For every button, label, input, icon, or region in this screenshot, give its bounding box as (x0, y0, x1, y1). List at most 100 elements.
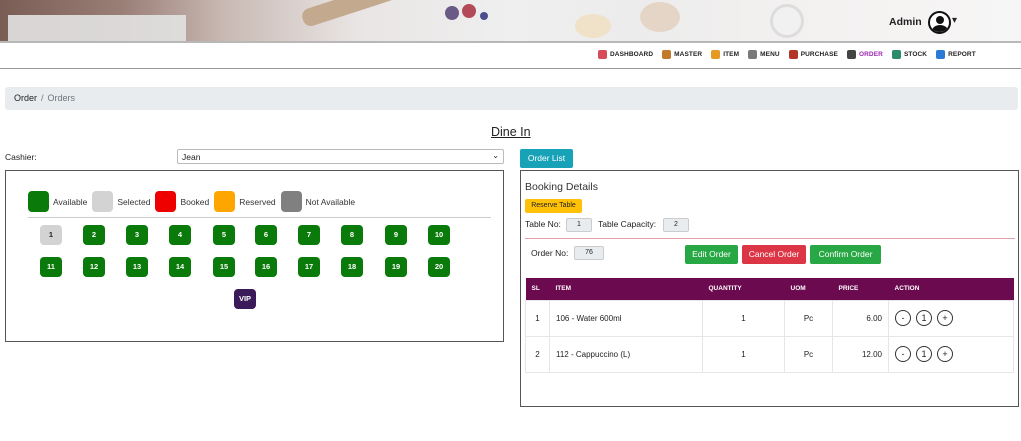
increase-button[interactable]: + (937, 310, 953, 326)
item-icon (711, 50, 721, 59)
row-quantity: 1 (702, 335, 785, 373)
legend-label: Selected (117, 196, 151, 207)
table-no-label: Table No: (525, 219, 561, 229)
purchase-icon (788, 50, 798, 59)
row-uom: Pc (784, 335, 833, 373)
nav-item-label: PURCHASE (800, 51, 838, 58)
cashier-selected-value: Jean (182, 152, 201, 162)
nav-item-master[interactable]: MASTER (662, 50, 702, 59)
cashier-select[interactable]: Jean ⌄ (177, 149, 504, 164)
row-item: 106 - Water 600ml (549, 299, 703, 337)
chevron-down-icon: ⌄ (492, 151, 499, 160)
legend-swatch-not-available (280, 191, 302, 212)
quantity-count: 1 (916, 346, 932, 362)
dashboard-icon (598, 50, 607, 59)
order-items-table: SL ITEM QUANTITY UOM PRICE ACTION 1 106 -… (525, 278, 1014, 373)
table-no-value: 1 (566, 218, 592, 232)
cancel-order-button[interactable]: Cancel Order (742, 245, 806, 264)
page-title: Dine In (491, 125, 531, 139)
nav-item-label: ORDER (858, 51, 883, 58)
table-button-3[interactable]: 3 (126, 225, 148, 245)
nav-item-label: STOCK (903, 51, 928, 58)
legend-label: Booked (180, 196, 210, 207)
table-button-13[interactable]: 13 (126, 257, 148, 277)
order-list-button[interactable]: Order List (520, 149, 573, 168)
nav-item-order[interactable]: ORDER (846, 50, 883, 59)
nav-item-item[interactable]: ITEM (711, 50, 739, 59)
table-button-2[interactable]: 2 (83, 225, 105, 245)
table-button-5[interactable]: 5 (213, 225, 235, 245)
table-button-15[interactable]: 15 (213, 257, 235, 277)
user-avatar-icon[interactable] (928, 11, 951, 34)
table-button-8[interactable]: 8 (341, 225, 363, 245)
table-button-12[interactable]: 12 (83, 257, 105, 277)
table-selection-panel: Available Selected Booked Reserved Not Avail… (5, 170, 504, 342)
spoon-decoration (770, 4, 804, 38)
row-sl: 1 (525, 299, 550, 337)
column-header-price: PRICE (832, 278, 889, 300)
booking-details-panel: Booking Details Reserve Table Table No: … (520, 170, 1019, 407)
decrease-button[interactable]: - (895, 346, 911, 362)
nav-divider (0, 68, 1021, 69)
nav-item-label: MASTER (674, 51, 703, 58)
column-header-sl: SL (525, 278, 550, 300)
table-button-vip[interactable]: VIP (234, 289, 256, 309)
quantity-count: 1 (916, 310, 932, 326)
table-button-18[interactable]: 18 (341, 257, 363, 277)
bread-decoration (575, 14, 611, 38)
table-button-14[interactable]: 14 (169, 257, 191, 277)
row-price: 6.00 (832, 299, 889, 337)
increase-button[interactable]: + (937, 346, 953, 362)
cashier-label: Cashier: (5, 152, 37, 162)
column-header-action: ACTION (888, 278, 1014, 300)
nav-item-stock[interactable]: STOCK (891, 50, 928, 59)
legend-label: Not Available (305, 196, 356, 207)
nav-item-menu[interactable]: MENU (748, 50, 780, 59)
legend-swatch-reserved (214, 191, 236, 212)
table-button-10[interactable]: 10 (428, 225, 450, 245)
stock-icon (891, 50, 901, 59)
table-button-16[interactable]: 16 (255, 257, 277, 277)
breadcrumb-current: Orders (47, 93, 76, 103)
quantity-stepper: -1 + (895, 310, 1007, 326)
table-button-20[interactable]: 20 (428, 257, 450, 277)
table-button-1[interactable]: 1 (40, 225, 62, 245)
berry-decoration (445, 6, 459, 20)
nav-item-report[interactable]: REPORT (936, 50, 976, 59)
user-menu-caret-icon[interactable]: ▾ (952, 15, 957, 26)
column-header-uom: UOM (784, 278, 833, 300)
row-quantity: 1 (702, 299, 785, 337)
table-button-19[interactable]: 19 (385, 257, 407, 277)
row-uom: Pc (784, 299, 833, 337)
row-sl: 2 (525, 335, 550, 373)
table-capacity-value: 2 (663, 218, 689, 232)
legend-swatch-available (28, 191, 49, 212)
reserve-table-button[interactable]: Reserve Table (525, 199, 582, 213)
table-button-7[interactable]: 7 (298, 225, 320, 245)
table-button-11[interactable]: 11 (40, 257, 62, 277)
nav-item-label: REPORT (948, 51, 976, 58)
decrease-button[interactable]: - (895, 310, 911, 326)
table-button-9[interactable]: 9 (385, 225, 407, 245)
table-capacity-label: Table Capacity: (598, 219, 657, 229)
row-action: -1 + (888, 299, 1014, 337)
berry-decoration (480, 12, 488, 20)
table-button-4[interactable]: 4 (169, 225, 191, 245)
booking-title: Booking Details (525, 181, 598, 193)
table-header-row: SL ITEM QUANTITY UOM PRICE ACTION (525, 278, 1014, 300)
breadcrumb-order-link[interactable]: Order (14, 93, 37, 103)
edit-order-button[interactable]: Edit Order (685, 245, 738, 264)
nav-item-purchase[interactable]: PURCHASE (788, 50, 838, 59)
nav-item-label: DASHBOARD (610, 51, 654, 58)
confirm-order-button[interactable]: Confirm Order (810, 245, 881, 264)
header-banner (0, 0, 1021, 43)
berry-decoration (462, 4, 476, 18)
user-name: Admin (889, 16, 922, 28)
order-icon (846, 50, 856, 59)
table-status-legend: Available Selected Booked Reserved Not Avail… (28, 191, 360, 212)
nav-item-label: ITEM (723, 51, 740, 58)
table-button-6[interactable]: 6 (255, 225, 277, 245)
order-no-label: Order No: (531, 248, 569, 258)
nav-item-dashboard[interactable]: DASHBOARD (598, 50, 653, 59)
table-button-17[interactable]: 17 (298, 257, 320, 277)
